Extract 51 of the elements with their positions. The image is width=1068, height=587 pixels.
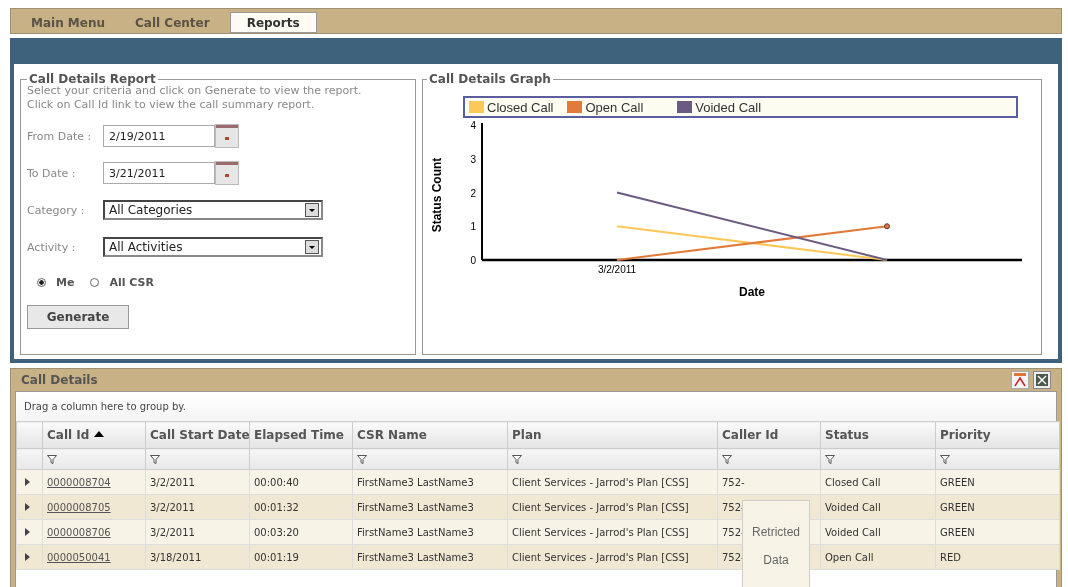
- axis-title: Status Count: [430, 157, 444, 233]
- table-cell: FirstName3 LastName3: [357, 551, 474, 563]
- tick-label: 0: [470, 255, 476, 266]
- table-cell: 3/2/2011: [150, 526, 195, 538]
- tooltip-text: Retricted: [752, 525, 800, 539]
- field-label: Category :: [27, 203, 86, 217]
- radio-label: Me: [56, 276, 75, 289]
- table-cell: 00:01:19: [254, 551, 299, 563]
- table-cell: 3/18/2011: [150, 551, 202, 563]
- table-cell: Voided Call: [825, 501, 881, 513]
- table-cell: Client Services - Jarrod's Plan [CSS]: [512, 501, 689, 513]
- table-cell: FirstName3 LastName3: [357, 501, 474, 513]
- tooltip-text: Data: [763, 553, 789, 567]
- table-cell: 3/2/2011: [150, 476, 195, 488]
- tick-label: 2: [470, 187, 476, 199]
- field-label: Activity :: [27, 240, 77, 254]
- table-cell: 752-: [722, 476, 745, 488]
- table-cell: Voided Call: [825, 526, 881, 538]
- table-cell: Client Services - Jarrod's Plan [CSS]: [512, 526, 689, 538]
- table-cell: RED: [940, 551, 961, 563]
- table-cell: GREEN: [940, 526, 975, 538]
- panel-title: Call Details: [21, 373, 98, 387]
- legend-label: Voided Call: [695, 99, 762, 115]
- tick-label: 3: [470, 153, 476, 165]
- field-label: From Date :: [27, 129, 93, 143]
- legend-label: Open Call: [585, 99, 644, 115]
- table-cell: Client Services - Jarrod's Plan [CSS]: [512, 551, 689, 563]
- table-cell: 752-: [722, 501, 745, 513]
- section-title: Call Details Report: [28, 72, 157, 86]
- table-cell: 752-: [722, 526, 745, 538]
- radio-label: All CSR: [109, 276, 154, 289]
- table-cell: GREEN: [940, 476, 975, 488]
- tick-label: 3/2/2011: [597, 264, 637, 275]
- table-cell: FirstName3 LastName3: [357, 526, 474, 538]
- table-cell: Open Call: [825, 551, 874, 563]
- table-cell: GREEN: [940, 501, 975, 513]
- axis-title: Date: [739, 285, 765, 299]
- table-cell: 00:03:20: [254, 526, 299, 538]
- table-cell: 00:00:40: [254, 476, 299, 488]
- field-label: To Date :: [27, 166, 77, 180]
- table-cell: 752-: [722, 551, 745, 563]
- section-title: Call Details Graph: [428, 72, 552, 86]
- table-cell: Closed Call: [825, 476, 881, 488]
- table-cell: 00:01:32: [254, 501, 299, 513]
- tick-label: 4: [470, 120, 476, 131]
- tick-label: 1: [470, 221, 476, 233]
- table-cell: Client Services - Jarrod's Plan [CSS]: [512, 476, 689, 488]
- table-cell: 3/2/2011: [150, 501, 195, 513]
- legend-label: Closed Call: [487, 99, 554, 115]
- instruction-text: Click on Call Id link to view the call summary report.: [27, 98, 316, 112]
- table-cell: FirstName3 LastName3: [357, 476, 474, 488]
